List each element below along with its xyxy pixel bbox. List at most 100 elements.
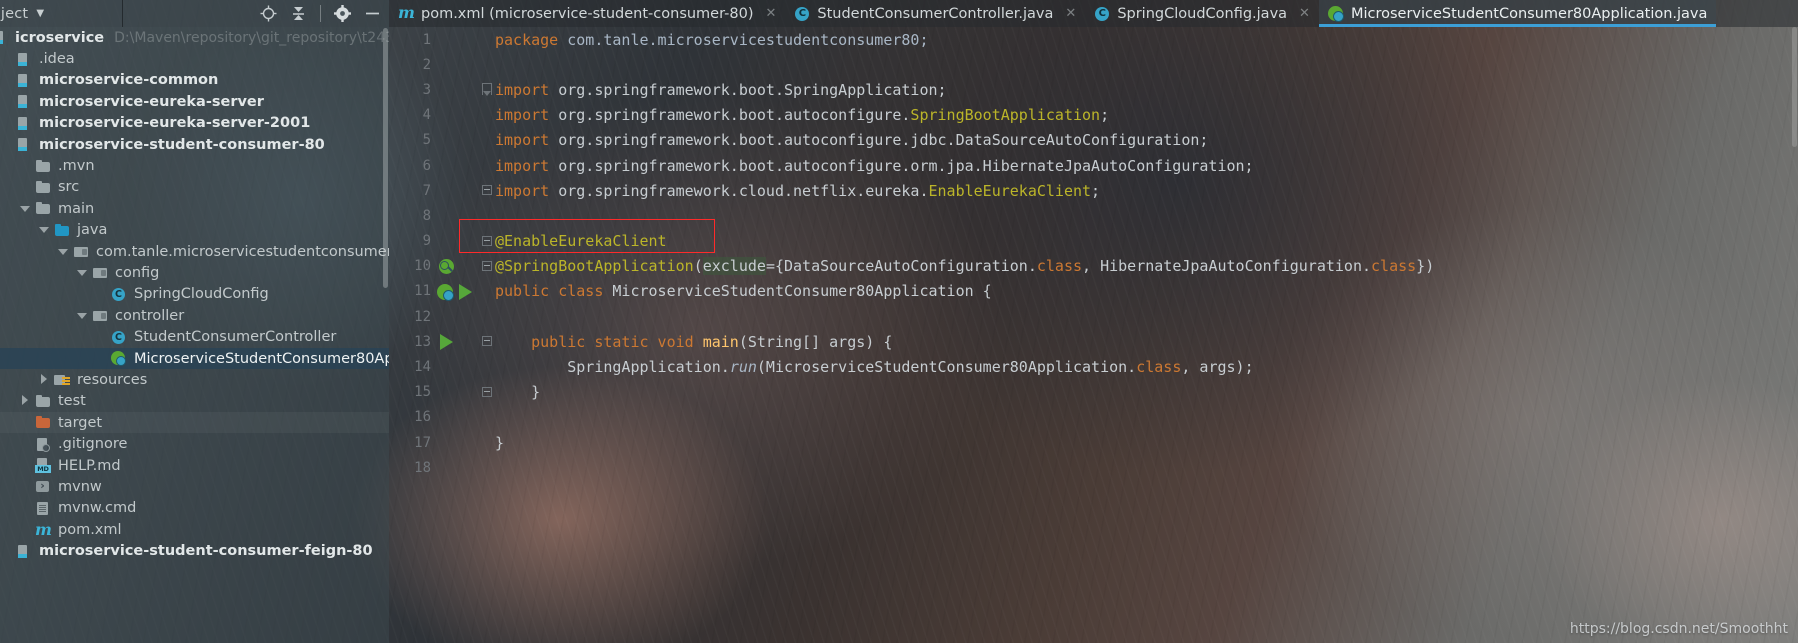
spring-bean-icon[interactable] bbox=[439, 258, 454, 274]
tree-item-microservice-common[interactable]: microservice-common bbox=[0, 70, 389, 91]
editor-tab-studentconsumercontroller-java[interactable]: StudentConsumerController.java ✕ bbox=[785, 0, 1085, 27]
tree-item-main[interactable]: main bbox=[0, 198, 389, 219]
tree-item-label: MicroserviceStudentConsumer80Application bbox=[134, 350, 389, 367]
code-line-14[interactable]: 14 SpringApplication.run(MicroserviceStu… bbox=[389, 354, 1798, 379]
code-line-3[interactable]: 3 import org.springframework.boot.SpringA… bbox=[389, 77, 1798, 102]
tree-item-microservicestudentconsumer80application[interactable]: MicroserviceStudentConsumer80Application bbox=[0, 347, 389, 370]
tree-item-mvnw-cmd[interactable]: mvnw.cmd bbox=[0, 498, 389, 519]
chevron-down-icon[interactable]: ▼ bbox=[36, 8, 44, 19]
code-text: import org.springframework.boot.SpringAp… bbox=[495, 80, 947, 99]
run-icon[interactable] bbox=[459, 283, 472, 300]
close-icon[interactable]: ✕ bbox=[1065, 6, 1076, 21]
editor-tab-microservicestudentconsumer80application-java[interactable]: MicroserviceStudentConsumer80Application… bbox=[1318, 0, 1717, 27]
tree-item-config[interactable]: config bbox=[0, 262, 389, 283]
close-icon[interactable]: ✕ bbox=[1299, 6, 1310, 21]
gear-icon[interactable] bbox=[334, 5, 351, 22]
editor-tab-springcloudconfig-java[interactable]: SpringCloudConfig.java ✕ bbox=[1085, 0, 1319, 27]
code-line-10[interactable]: 10 @SpringBootApplication(exclude={DataSo… bbox=[389, 254, 1798, 279]
chevron-right-icon[interactable] bbox=[38, 373, 50, 386]
code-line-2[interactable]: 2 bbox=[389, 52, 1798, 77]
tree-root-row[interactable]: icroservice D:\Maven\repository\git_repo… bbox=[0, 27, 389, 48]
fold-toggle-icon[interactable] bbox=[479, 229, 495, 254]
chevron-down-icon[interactable] bbox=[38, 224, 50, 236]
code-line-7[interactable]: 7 import org.springframework.cloud.netfli… bbox=[389, 178, 1798, 203]
fold-toggle-icon[interactable] bbox=[479, 329, 495, 354]
chevron-down-icon[interactable] bbox=[19, 203, 31, 215]
project-toolbar bbox=[260, 5, 389, 22]
code-line-9[interactable]: 9 @EnableEurekaClient bbox=[389, 229, 1798, 254]
fold-toggle-icon[interactable] bbox=[479, 77, 495, 102]
code-line-1[interactable]: 1 package com.tanle.microservicestudentco… bbox=[389, 27, 1798, 52]
chevron-down-icon[interactable] bbox=[76, 267, 88, 279]
source-root-icon bbox=[54, 223, 71, 238]
chevron-down-icon[interactable] bbox=[76, 310, 88, 322]
tree-item-java[interactable]: java bbox=[0, 220, 389, 241]
tree-item-target[interactable]: target bbox=[0, 412, 389, 434]
tree-item-test[interactable]: test bbox=[0, 391, 389, 412]
tree-item-label: mvnw bbox=[58, 478, 102, 495]
project-tool-window-header: roject ▼ bbox=[0, 0, 389, 27]
tree-item-springcloudconfig[interactable]: SpringCloudConfig bbox=[0, 284, 389, 305]
code-line-17[interactable]: 17} bbox=[389, 430, 1798, 455]
line-number: 17 bbox=[414, 434, 431, 451]
tree-item-microservice-eureka-server[interactable]: microservice-eureka-server bbox=[0, 91, 389, 112]
code-line-6[interactable]: 6 import org.springframework.boot.autocon… bbox=[389, 153, 1798, 178]
tree-item-pom-xml[interactable]: pom.xml bbox=[0, 519, 389, 540]
spring-boot-gutter-icon[interactable] bbox=[437, 283, 454, 301]
tree-item-idea[interactable]: .idea bbox=[0, 48, 389, 69]
tree-item-mvnw[interactable]: mvnw bbox=[0, 476, 389, 497]
tree-item-com-tanle-microservicestudentconsumer80[interactable]: com.tanle.microservicestudentconsumer80 bbox=[0, 241, 389, 262]
fold-toggle-icon[interactable] bbox=[479, 380, 495, 405]
project-tree[interactable]: icroservice D:\Maven\repository\git_repo… bbox=[0, 27, 389, 562]
tree-item-resources[interactable]: resources bbox=[0, 369, 389, 390]
chevron-down-icon[interactable] bbox=[57, 246, 69, 258]
code-line-15[interactable]: 15 } bbox=[389, 380, 1798, 405]
tree-item-controller[interactable]: controller bbox=[0, 305, 389, 326]
code-line-8[interactable]: 8 bbox=[389, 203, 1798, 228]
tree-item-microservice-student-consumer-80[interactable]: microservice-student-consumer-80 bbox=[0, 134, 389, 155]
collapse-all-icon[interactable] bbox=[290, 5, 307, 22]
module-icon bbox=[16, 73, 33, 88]
code-text: SpringApplication.run(MicroserviceStuden… bbox=[567, 358, 1254, 377]
code-line-18[interactable]: 18 bbox=[389, 455, 1798, 480]
tree-item-help-md[interactable]: HELP.md bbox=[0, 455, 389, 476]
tree-item-mvn[interactable]: .mvn bbox=[0, 155, 389, 176]
locate-icon[interactable] bbox=[260, 5, 277, 22]
code-line-5[interactable]: 5 import org.springframework.boot.autocon… bbox=[389, 128, 1798, 153]
resources-icon bbox=[54, 372, 71, 387]
project-scrollbar[interactable] bbox=[383, 28, 388, 288]
code-line-11[interactable]: 11 public class MicroserviceStudentConsum… bbox=[389, 279, 1798, 304]
gitignore-icon bbox=[35, 437, 52, 452]
run-icon[interactable] bbox=[440, 334, 453, 351]
gutter-icons bbox=[433, 27, 479, 52]
editor-scrollbar[interactable] bbox=[1792, 27, 1797, 147]
line-number: 11 bbox=[414, 283, 431, 300]
package-icon bbox=[92, 265, 109, 280]
editor-tab-label: MicroserviceStudentConsumer80Application… bbox=[1350, 5, 1708, 22]
tree-item-microservice-student-consumer-feign-80[interactable]: microservice-student-consumer-feign-80 bbox=[0, 540, 389, 561]
editor-tab-pom-xml-microservice-student-consumer-80[interactable]: pom.xml (microservice-student-consumer-8… bbox=[389, 0, 785, 27]
code-line-13[interactable]: 13 public static void main(String[] args… bbox=[389, 329, 1798, 354]
code-editor[interactable]: 1 package com.tanle.microservicestudentco… bbox=[389, 27, 1798, 643]
line-number: 9 bbox=[422, 233, 431, 250]
fold-toggle-icon[interactable] bbox=[479, 254, 495, 279]
minimize-icon[interactable] bbox=[364, 5, 381, 22]
gutter-icons bbox=[433, 380, 479, 405]
tree-item-microservice-eureka-server-2001[interactable]: microservice-eureka-server-2001 bbox=[0, 113, 389, 134]
tree-item-studentconsumercontroller[interactable]: StudentConsumerController bbox=[0, 326, 389, 347]
folder-icon bbox=[35, 394, 52, 409]
gutter-icons bbox=[433, 77, 479, 102]
code-line-16[interactable]: 16 bbox=[389, 405, 1798, 430]
chevron-right-icon[interactable] bbox=[19, 395, 31, 407]
code-line-12[interactable]: 12 bbox=[389, 304, 1798, 329]
fold-toggle-icon[interactable] bbox=[479, 178, 495, 203]
module-icon bbox=[16, 52, 33, 67]
toolbar-divider bbox=[320, 5, 321, 22]
tree-item-gitignore[interactable]: .gitignore bbox=[0, 433, 389, 454]
close-icon[interactable]: ✕ bbox=[765, 6, 776, 21]
code-line-4[interactable]: 4 import org.springframework.boot.autocon… bbox=[389, 103, 1798, 128]
tree-item-src[interactable]: src bbox=[0, 177, 389, 198]
